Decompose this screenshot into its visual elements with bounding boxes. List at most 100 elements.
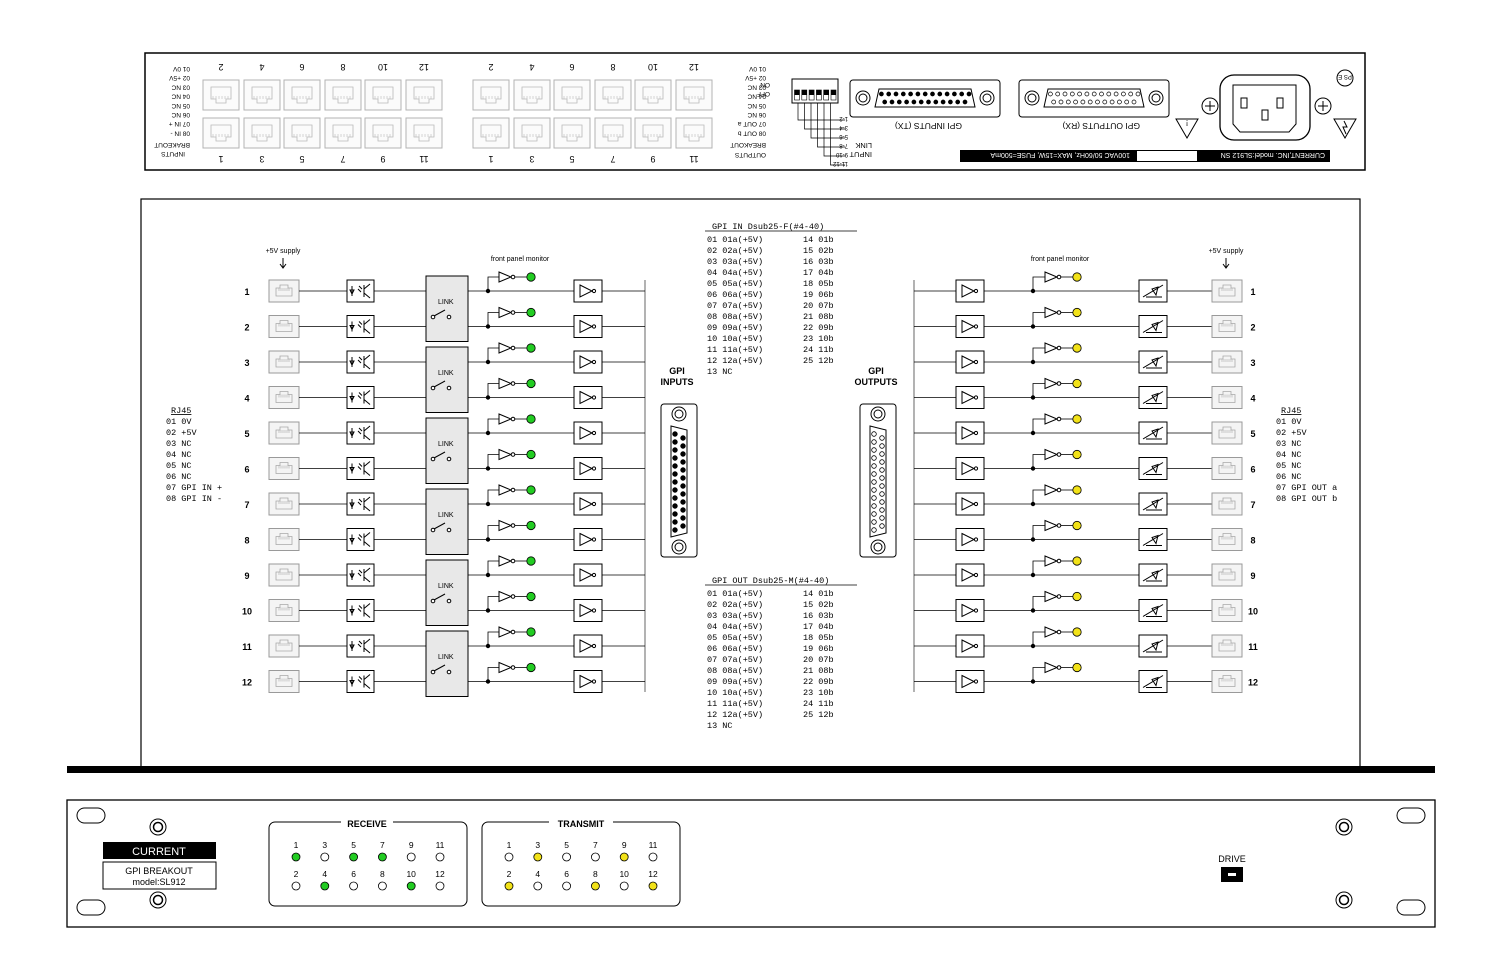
link-label: LINK [438, 370, 454, 377]
pse-mark-icon: PS E [1336, 69, 1354, 87]
rear-input-word: INPUT [849, 150, 872, 159]
solid-state-relay-icon [1138, 492, 1168, 516]
rear-gpi-inputs-label: GPI INPUTS (TX) [895, 121, 962, 131]
db25-pin-row: 25 12b [803, 356, 834, 366]
screw-icon [149, 891, 167, 909]
db25-pin [672, 431, 678, 437]
db25-pin [879, 507, 885, 513]
drive-label: DRIVE [1218, 854, 1246, 864]
power-inlet-icon [1219, 74, 1311, 141]
channel-label: 8 [1250, 536, 1255, 546]
receiver-icon [955, 492, 985, 516]
transmit-number: 6 [564, 869, 569, 879]
product-line-1: GPI BREAKOUT [125, 866, 193, 876]
driver-icon [573, 457, 603, 480]
db25-pin-row: 20 07b [803, 301, 834, 311]
rj45-pin-title: RJ45 [1281, 406, 1301, 416]
monitor-label-right: front panel monitor [1031, 256, 1090, 263]
db25-pin [680, 459, 686, 465]
rear-gpi-inputs-connector-icon [849, 79, 1001, 118]
ground-screw-icon [1314, 97, 1332, 115]
transmit-led [619, 881, 629, 891]
rear-rj45-icon [594, 79, 632, 111]
supply-label-right: +5V supply [1209, 248, 1244, 255]
rj45-input-icon [268, 457, 300, 480]
solid-state-relay-icon [1138, 350, 1168, 374]
optocoupler-icon [346, 563, 375, 587]
transmit-number: 9 [622, 840, 627, 850]
rear-port-number: 4 [259, 62, 264, 72]
db25-pin-row: 21 08b [803, 312, 834, 322]
transmit-number: 10 [619, 869, 629, 879]
dip-switch-icon[interactable] [791, 78, 839, 104]
receive-number: 5 [351, 840, 356, 850]
driver-icon [573, 599, 603, 622]
db25-pin [680, 483, 686, 489]
driver-icon [573, 386, 603, 409]
rj45-input-icon [268, 350, 300, 374]
rear-rj45-icon [364, 117, 402, 149]
db25-pin [879, 451, 885, 457]
rear-port-number: 1 [218, 154, 223, 164]
db25-pin [879, 523, 885, 529]
db25-pin-row: 02 02a(+5V) [707, 600, 763, 610]
monitor-led-green [526, 272, 536, 282]
channel-label: 5 [244, 429, 249, 439]
link-switch-icon: LINK [425, 559, 469, 626]
db25-pin [672, 463, 678, 469]
optocoupler-icon [346, 599, 375, 622]
db25-pin [879, 515, 885, 521]
driver-icon [573, 563, 603, 587]
rear-rj45-icon [553, 117, 591, 149]
solid-state-relay-icon [1138, 634, 1168, 658]
db25-table-title: GPI IN Dsub25-F(#4-40) [712, 222, 824, 232]
db25-pin [672, 439, 678, 445]
rack-divider [67, 766, 1435, 773]
solid-state-relay-icon [1138, 315, 1168, 338]
db25-pin-row: 22 09b [803, 677, 834, 687]
db25-pin [871, 495, 877, 501]
db25-pin [879, 435, 885, 441]
rj45-input-icon [268, 315, 300, 338]
db25-pin-row: 09 09a(+5V) [707, 677, 763, 687]
rear-breakout-label: BRAKEOUT [154, 141, 190, 148]
rear-rj45-icon [634, 117, 672, 149]
db25-pin [672, 527, 678, 533]
db25-female-icon [660, 403, 698, 558]
rj45-input-icon [268, 279, 300, 303]
link-switch-icon: LINK [425, 417, 469, 484]
receive-title: RECEIVE [347, 819, 387, 829]
rj45-output-icon [1211, 563, 1243, 587]
rear-port-number: 5 [569, 154, 574, 164]
receive-led [291, 852, 301, 862]
rear-port-number: 12 [689, 62, 699, 72]
rear-pin-row: 07 OUT a [738, 120, 766, 127]
rj45-pin-row: 05 NC [1276, 461, 1302, 471]
rear-pin-row: 02 +5V [169, 74, 190, 81]
db25-pin-row: 20 07b [803, 655, 834, 665]
receive-number: 12 [435, 869, 445, 879]
rear-rj45-icon [405, 117, 443, 149]
optocoupler-icon [346, 386, 375, 409]
monitor-led-yellow [1072, 520, 1082, 531]
db25-pin-row: 09 09a(+5V) [707, 323, 763, 333]
link-pair-label: 5-6 [839, 133, 848, 139]
channel-label: 9 [244, 571, 249, 581]
receiver-icon [955, 421, 985, 445]
transmit-led [591, 852, 600, 862]
rj45-pin-row: 07 GPI IN + [166, 483, 222, 493]
monitor-led-green [526, 556, 536, 566]
driver-icon [573, 315, 603, 338]
rear-link-title: LINK [855, 141, 872, 150]
monitor-led-green [526, 627, 536, 637]
db25-pin [672, 503, 678, 509]
channel-label: 4 [244, 394, 249, 404]
transmit-number: 2 [507, 869, 512, 879]
rack-slot-icon [1396, 899, 1426, 916]
rear-port-number: 6 [569, 62, 574, 72]
link-switch-icon: LINK [425, 275, 469, 342]
db25-pin [871, 527, 877, 533]
rj45-output-icon [1211, 421, 1243, 445]
rear-port-number: 11 [419, 154, 428, 164]
rj45-pin-row: 06 NC [1276, 472, 1302, 482]
